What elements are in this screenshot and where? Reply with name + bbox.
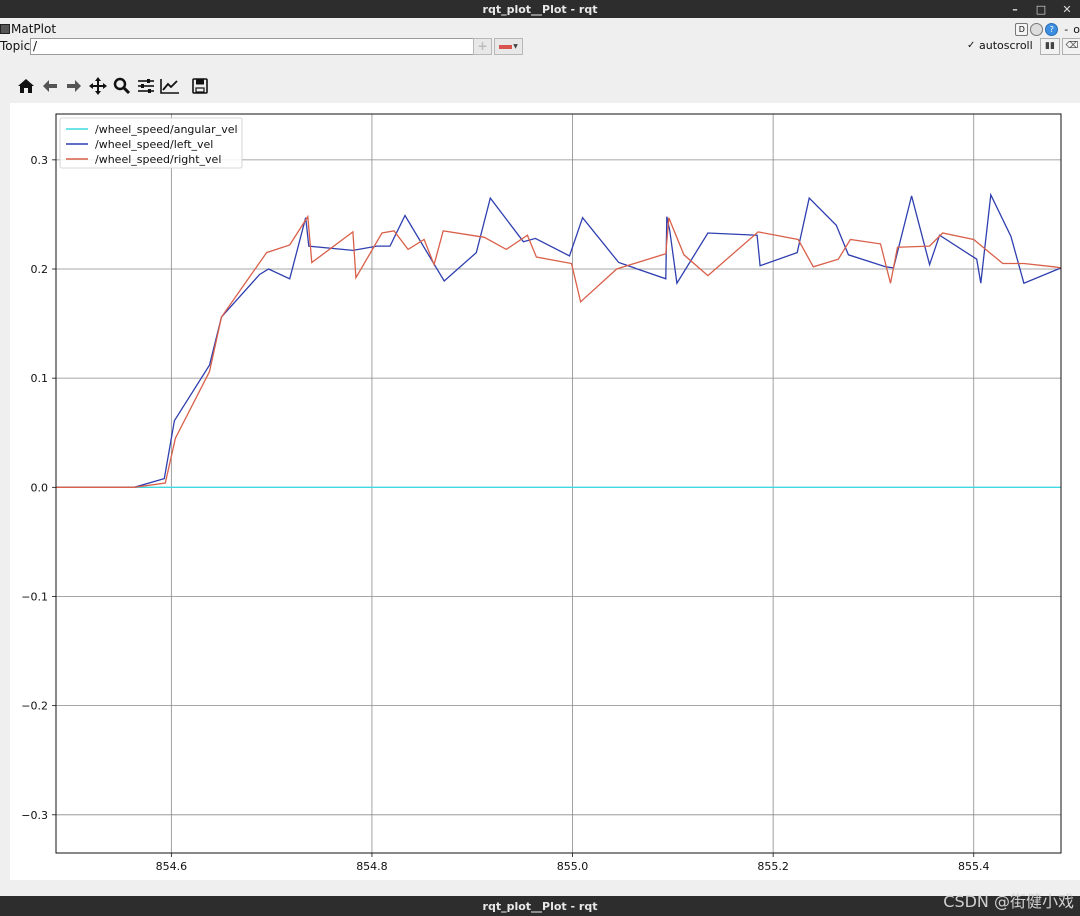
pan-icon[interactable] — [88, 76, 108, 96]
close-plugin-button[interactable]: o — [1073, 23, 1080, 36]
add-topic-button[interactable]: + — [473, 38, 492, 55]
window-title: rqt_plot__Plot - rqt — [482, 2, 598, 16]
plugin-title: MatPlot — [11, 22, 57, 36]
dock-button[interactable]: D — [1015, 22, 1029, 36]
dropdown-caret-icon: ▼ — [513, 43, 518, 50]
legend: /wheel_speed/angular_vel/wheel_speed/lef… — [59, 117, 243, 169]
x-tick-label: 854.6 — [156, 860, 188, 873]
line-chart[interactable]: 854.6 854.8 855.0 855.2 855.4 −0.3 −0.2 −0.1 0.0… — [10, 103, 1080, 880]
y-tick-label: −0.1 — [21, 590, 48, 603]
home-icon[interactable] — [16, 76, 36, 96]
back-icon[interactable] — [40, 76, 60, 96]
y-tick-label: −0.3 — [21, 809, 48, 822]
y-tick-label: 0.2 — [31, 263, 49, 276]
y-tick-label: 0.1 — [31, 372, 49, 385]
clear-button[interactable]: ⌫ — [1062, 38, 1080, 55]
plugin-header: MatPlot D ? - o — [0, 20, 1080, 38]
status-bar: rqt_plot__Plot - rqt — [0, 896, 1080, 916]
x-tick-label: 855.2 — [757, 860, 789, 873]
help-button[interactable]: ? — [1045, 22, 1059, 36]
save-icon[interactable] — [190, 76, 210, 96]
autoscroll-toggle[interactable]: ✓ autoscroll — [967, 39, 1033, 52]
plot-toolbar — [16, 76, 214, 96]
zoom-icon[interactable] — [112, 76, 132, 96]
y-tick-label: −0.2 — [21, 700, 48, 713]
autoscroll-label: autoscroll — [979, 39, 1033, 52]
pause-button[interactable]: ▮▮ — [1040, 38, 1060, 55]
legend-label: /wheel_speed/right_vel — [95, 153, 221, 166]
topic-label: Topic — [0, 39, 31, 53]
minimize-plugin-button[interactable]: - — [1064, 23, 1068, 36]
legend-label: /wheel_speed/left_vel — [95, 138, 213, 151]
series-line-1 — [56, 192, 1062, 488]
close-button[interactable]: ✕ — [1054, 3, 1080, 16]
legend-label: /wheel_speed/angular_vel — [95, 123, 238, 136]
edit-axis-icon[interactable] — [160, 76, 180, 96]
plugin-controls: D ? - o — [1015, 20, 1080, 38]
maximize-button[interactable]: □ — [1028, 3, 1054, 16]
topic-input[interactable]: / — [30, 38, 474, 55]
watermark: CSDN @街健小戏 — [943, 892, 1074, 911]
window-controls: – □ ✕ — [1002, 0, 1080, 18]
axes-frame — [55, 113, 1062, 854]
y-tick-label: 0.0 — [31, 481, 49, 494]
plot-canvas[interactable]: 854.6 854.8 855.0 855.2 855.4 −0.3 −0.2 −0.1 0.0… — [10, 103, 1080, 880]
configure-subplots-icon[interactable] — [136, 76, 156, 96]
x-tick-label: 854.8 — [356, 860, 388, 873]
settings-icon[interactable] — [1030, 22, 1044, 36]
plugin-icon — [0, 24, 10, 34]
x-tick-label: 855.4 — [958, 860, 990, 873]
status-title: rqt_plot__Plot - rqt — [482, 899, 598, 913]
y-tick-label: 0.3 — [31, 154, 49, 167]
remove-topic-button[interactable]: ▼ — [494, 38, 523, 55]
forward-icon[interactable] — [64, 76, 84, 96]
autoscroll-checkbox[interactable]: ✓ — [967, 41, 976, 51]
x-tick-label: 855.0 — [557, 860, 589, 873]
minus-icon — [499, 44, 513, 49]
window-title-bar: rqt_plot__Plot - rqt – □ ✕ — [0, 0, 1080, 18]
series-line-2 — [56, 214, 1062, 488]
minimize-button[interactable]: – — [1002, 3, 1028, 16]
topic-bar: Topic / + ▼ ✓ autoscroll ▮▮ ⌫ — [0, 38, 1080, 56]
